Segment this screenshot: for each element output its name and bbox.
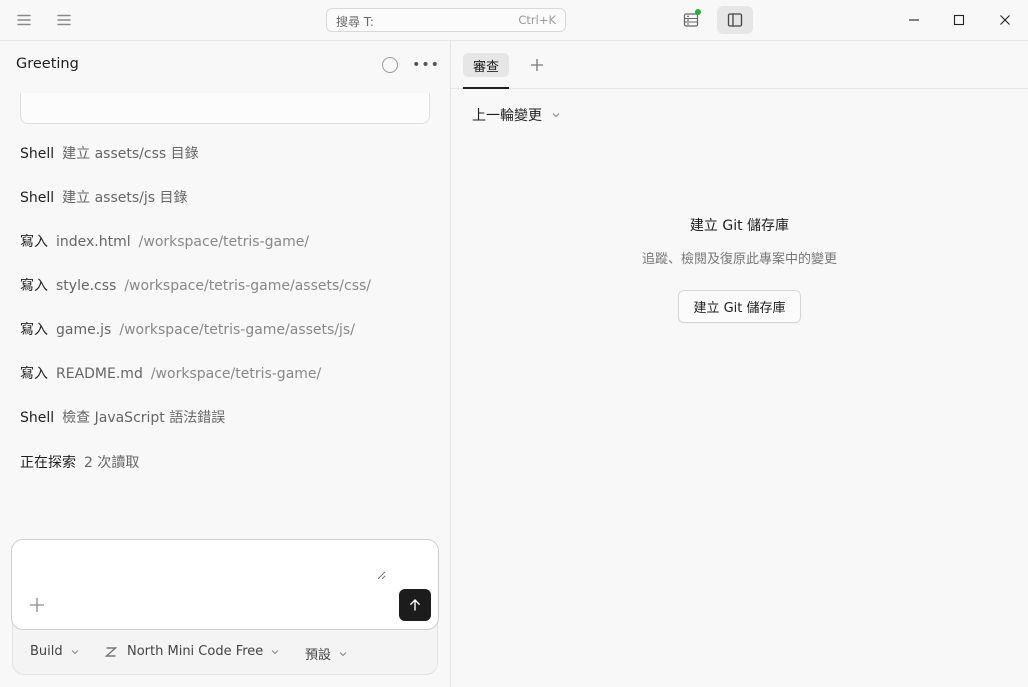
active-tab-indicator xyxy=(463,87,509,89)
chevron-down-icon xyxy=(71,649,79,655)
model-label: North Mini Code Free xyxy=(127,644,264,659)
log-kind: Shell xyxy=(20,146,55,162)
previous-message-box xyxy=(20,93,430,124)
log-kind: Shell xyxy=(20,190,55,206)
empty-state-description: 追蹤、檢閱及復原此專案中的變更 xyxy=(641,252,837,267)
log-path: /workspace/tetris-game/assets/js/ xyxy=(119,322,355,338)
close-icon xyxy=(1000,15,1010,25)
arrow-up-icon xyxy=(410,599,420,611)
tool-log-item[interactable]: 寫入 style.css/workspace/tetris-game/assets… xyxy=(20,275,371,295)
loading-spinner-icon xyxy=(382,57,398,73)
log-kind: 寫入 xyxy=(20,322,48,338)
add-tab-button[interactable] xyxy=(528,56,546,74)
close-button[interactable] xyxy=(994,9,1016,31)
model-select[interactable]: North Mini Code Free xyxy=(105,644,279,659)
log-arg: 2 次讀取 xyxy=(84,455,140,471)
tool-log-item[interactable]: Shell 建立 assets/css 目錄 xyxy=(20,143,199,163)
tab-review[interactable]: 審查 xyxy=(463,53,509,77)
changes-scope-label: 上一輪變更 xyxy=(472,108,542,124)
tool-log-item[interactable]: 寫入 game.js/workspace/tetris-game/assets/j… xyxy=(20,319,355,339)
status-dot xyxy=(695,9,701,15)
maximize-button[interactable] xyxy=(948,9,970,31)
plus-icon xyxy=(30,598,44,612)
log-kind: Shell xyxy=(20,410,55,426)
log-kind: 寫入 xyxy=(20,234,48,250)
send-button[interactable] xyxy=(399,589,431,621)
log-kind: 正在探索 xyxy=(20,455,76,471)
maximize-icon xyxy=(953,14,965,26)
variant-select[interactable]: 預設 xyxy=(305,644,347,663)
search-placeholder: 搜尋 T: xyxy=(336,15,374,29)
session-title: Greeting xyxy=(16,56,79,72)
chevron-down-icon xyxy=(271,649,279,655)
log-arg: 檢查 JavaScript 語法錯誤 xyxy=(62,410,226,426)
tool-log-item[interactable]: Shell 建立 assets/js 目錄 xyxy=(20,187,188,207)
tool-log-item[interactable]: 正在探索 2 次讀取 xyxy=(20,452,139,472)
log-path: /workspace/tetris-game/ xyxy=(150,366,322,382)
sidebar-toggle-icon[interactable] xyxy=(53,9,75,31)
attach-button[interactable] xyxy=(28,596,46,614)
log-arg: game.js xyxy=(56,322,112,338)
tool-log-item[interactable]: 寫入 index.html/workspace/tetris-game/ xyxy=(20,231,309,251)
log-arg: style.css xyxy=(56,278,117,294)
log-arg: README.md xyxy=(56,366,143,382)
menu-icon[interactable] xyxy=(13,9,35,31)
plus-icon xyxy=(531,59,543,71)
search-input[interactable]: 搜尋 T: Ctrl+K xyxy=(326,8,566,32)
tool-log-item[interactable]: 寫入 README.md/workspace/tetris-game/ xyxy=(20,363,321,383)
status-panel-button[interactable] xyxy=(673,6,709,34)
review-panel-toggle-button[interactable] xyxy=(717,6,753,34)
log-kind: 寫入 xyxy=(20,366,48,382)
session-pane: Greeting ••• Shell 建立 assets/css 目錄 Shell… xyxy=(0,41,451,687)
panel-icon xyxy=(727,13,743,27)
mode-select[interactable]: Build xyxy=(30,644,79,659)
minimize-button[interactable] xyxy=(903,9,925,31)
changes-scope-select[interactable]: 上一輪變更 xyxy=(472,105,560,125)
log-kind: 寫入 xyxy=(20,278,48,294)
mode-label: Build xyxy=(30,644,63,659)
tool-log-item[interactable]: Shell 檢查 JavaScript 語法錯誤 xyxy=(20,407,225,427)
more-options-icon[interactable]: ••• xyxy=(412,57,439,73)
minimize-icon xyxy=(909,19,919,21)
log-path: /workspace/tetris-game/ xyxy=(138,234,310,250)
prompt-input[interactable] xyxy=(26,550,386,580)
chevron-down-icon xyxy=(339,651,347,657)
review-tab-bar: 審查 xyxy=(451,41,1028,89)
log-arg: 建立 assets/js 目錄 xyxy=(62,190,188,206)
chevron-down-icon xyxy=(552,112,560,118)
message-composer xyxy=(11,539,439,630)
variant-label: 預設 xyxy=(305,648,332,663)
log-path: /workspace/tetris-game/assets/css/ xyxy=(124,278,371,294)
log-arg: index.html xyxy=(56,234,131,250)
create-git-repo-button[interactable]: 建立 Git 儲存庫 xyxy=(678,290,801,323)
model-provider-icon xyxy=(105,646,117,657)
search-shortcut: Ctrl+K xyxy=(518,13,556,27)
review-pane: 審查 上一輪變更 建立 Git 儲存庫 追蹤、檢閱及復原此專案中的變更 建立 G… xyxy=(451,41,1028,687)
empty-state-title: 建立 Git 儲存庫 xyxy=(689,218,790,234)
title-bar: 搜尋 T: Ctrl+K xyxy=(0,0,1028,41)
log-arg: 建立 assets/css 目錄 xyxy=(62,146,199,162)
